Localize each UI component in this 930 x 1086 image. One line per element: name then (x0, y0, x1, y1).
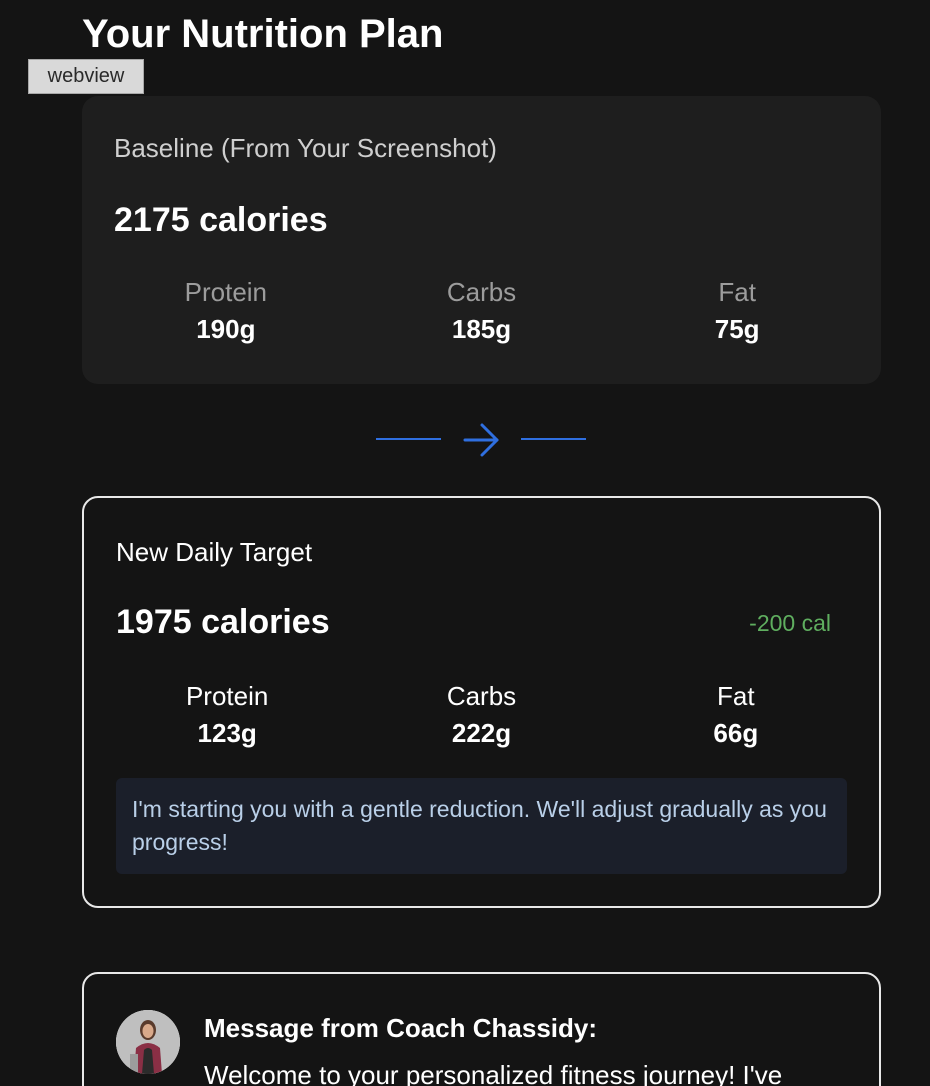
coach-heading: Message from Coach Chassidy: (204, 1013, 598, 1043)
baseline-card: Baseline (From Your Screenshot) 2175 cal… (82, 96, 881, 384)
coach-message: Welcome to your personalized fitness jou… (204, 1060, 783, 1086)
target-calories: 1975 calories (116, 603, 330, 641)
macro-value: 123g (197, 718, 257, 748)
target-macro-fat: Fat 66g (609, 680, 863, 750)
target-macro-carbs: Carbs 222g (354, 680, 608, 750)
macro-value: 66g (713, 718, 759, 748)
macro-value: 190g (196, 314, 256, 344)
macro-value: 222g (451, 718, 512, 748)
baseline-label: Baseline (From Your Screenshot) (114, 133, 497, 163)
macro-value: 185g (451, 314, 512, 344)
target-label: New Daily Target (116, 537, 313, 567)
macro-name: Protein (184, 277, 268, 307)
arrow-right-icon (376, 420, 586, 460)
target-card: New Daily Target 1975 calories -200 cal … (82, 496, 881, 908)
macro-name: Fat (717, 681, 755, 711)
webview-label: webview (28, 59, 144, 94)
target-macros: Protein 123g Carbs 222g Fat 66g (100, 680, 863, 750)
macro-name: Carbs (446, 277, 517, 307)
baseline-macro-protein: Protein 190g (98, 276, 354, 346)
baseline-macros: Protein 190g Carbs 185g Fat 75g (98, 276, 865, 346)
calorie-delta: -200 cal (749, 610, 831, 636)
avatar-image (116, 1010, 180, 1074)
target-macro-protein: Protein 123g (100, 680, 354, 750)
baseline-calories: 2175 calories (114, 201, 328, 239)
coach-note: I'm starting you with a gentle reduction… (116, 778, 847, 874)
coach-message-card: Message from Coach Chassidy: Welcome to … (82, 972, 881, 1086)
coach-avatar (116, 1010, 180, 1074)
baseline-macro-carbs: Carbs 185g (354, 276, 610, 346)
arrow-right-icon-svg (376, 423, 586, 457)
page-title: Your Nutrition Plan (82, 12, 444, 56)
macro-name: Fat (718, 277, 756, 307)
baseline-macro-fat: Fat 75g (609, 276, 865, 346)
macro-name: Protein (185, 681, 269, 711)
macro-value: 75g (714, 314, 760, 344)
macro-name: Carbs (446, 681, 517, 711)
nutrition-plan-page: Your Nutrition Plan webview Baseline (Fr… (0, 0, 930, 1086)
